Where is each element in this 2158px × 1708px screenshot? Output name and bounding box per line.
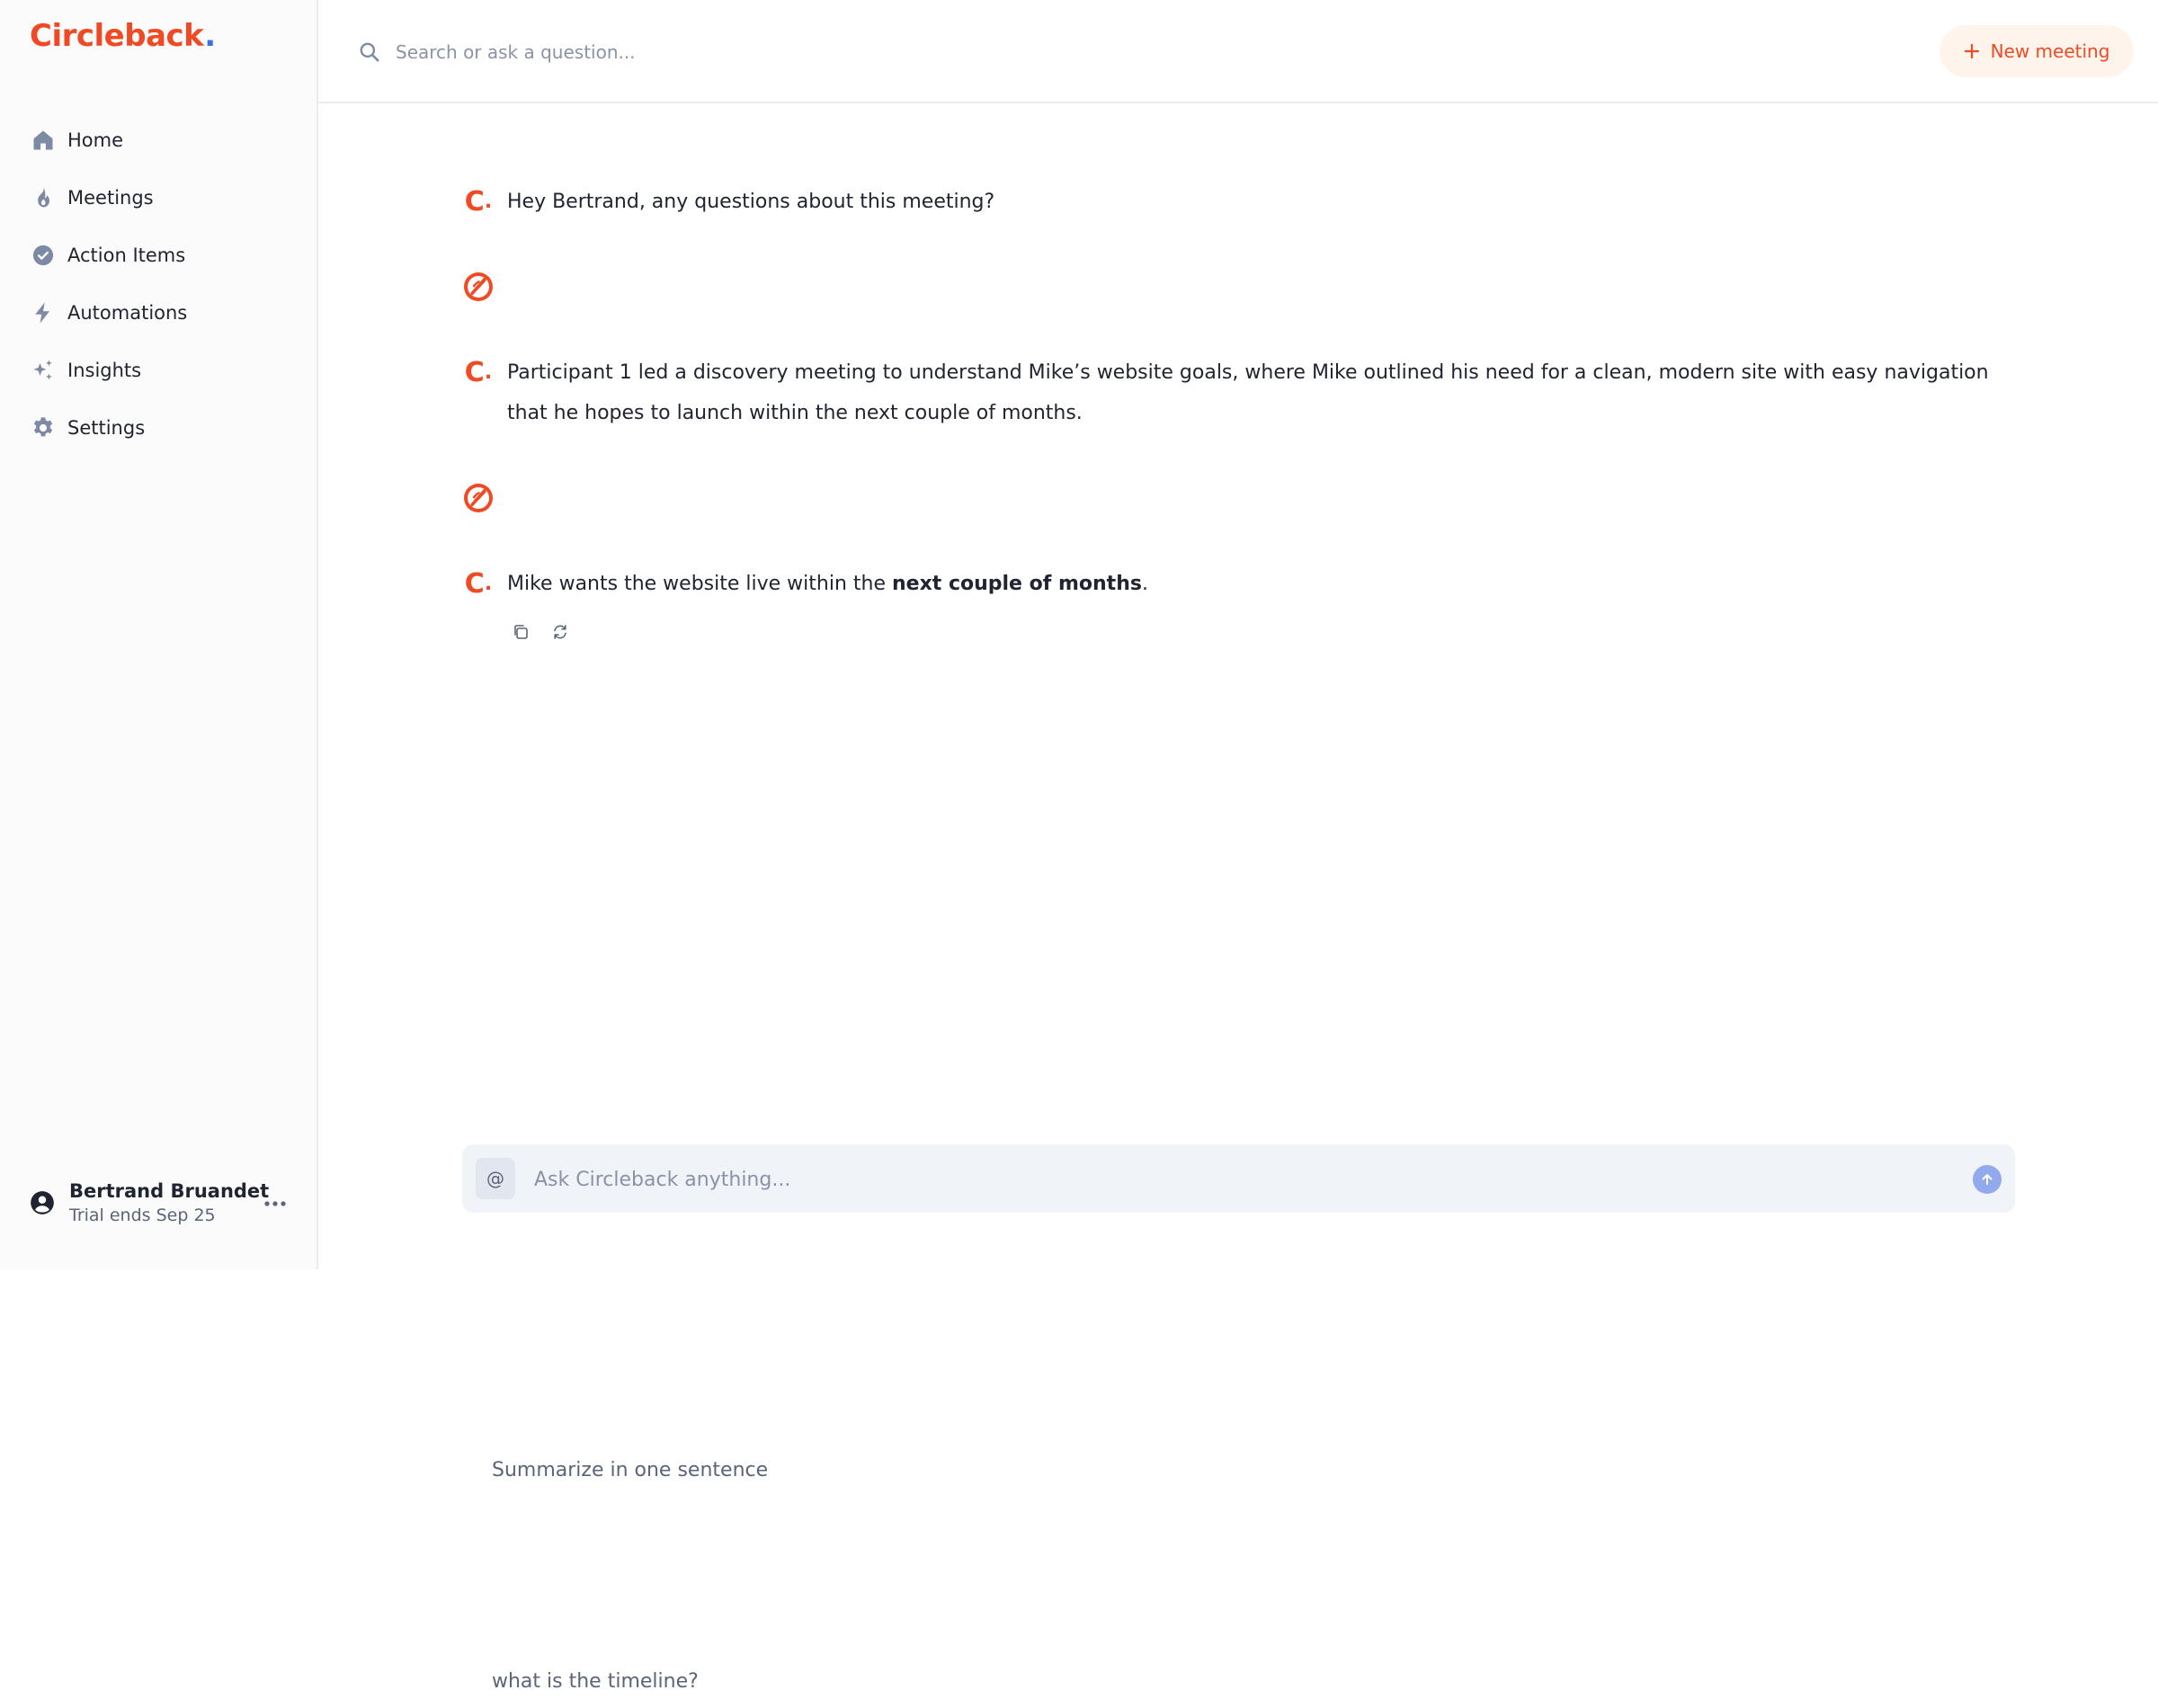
check-circle-icon: [30, 242, 57, 269]
bot-badge-dot: .: [484, 190, 493, 213]
user-avatar-icon: [462, 271, 495, 303]
top-bar: New meeting: [318, 0, 2158, 103]
sidebar: Circleback. Home Meetings Action Items A…: [0, 0, 318, 1269]
search-input[interactable]: [394, 40, 1117, 64]
mention-button[interactable]: @: [476, 1158, 515, 1199]
sidebar-item-settings[interactable]: Settings: [0, 399, 318, 457]
sidebar-item-meetings[interactable]: Meetings: [0, 169, 318, 227]
gear-icon: [30, 414, 57, 441]
bot-badge-letter: C: [464, 185, 485, 218]
sidebar-nav: Home Meetings Action Items Automations I…: [0, 111, 318, 457]
more-options-icon[interactable]: [262, 1190, 289, 1217]
user-name: Bertrand Bruandet: [69, 1180, 270, 1202]
sidebar-item-insights[interactable]: Insights: [0, 342, 318, 399]
user-profile[interactable]: Bertrand Bruandet Trial ends Sep 25: [30, 1176, 299, 1230]
new-meeting-button[interactable]: New meeting: [1940, 25, 2134, 77]
regenerate-icon[interactable]: [547, 618, 574, 645]
search-bar[interactable]: [358, 34, 1167, 70]
new-meeting-label: New meeting: [1990, 40, 2110, 62]
sidebar-item-label: Settings: [67, 417, 146, 439]
home-icon: [30, 127, 57, 154]
sidebar-item-label: Insights: [67, 360, 142, 381]
bot-badge-dot: .: [484, 572, 493, 595]
user-message: what is the timeline?: [462, 482, 2018, 1693]
sidebar-item-action-items[interactable]: Action Items: [0, 227, 318, 284]
sparkles-icon: [30, 357, 57, 384]
copy-icon[interactable]: [507, 618, 534, 645]
message-text: Hey Bertrand, any questions about this m…: [507, 191, 995, 213]
ask-input[interactable]: [532, 1161, 1921, 1198]
message-text: what is the timeline?: [492, 1669, 699, 1693]
assistant-message: C. Mike wants the website live within th…: [462, 567, 2018, 604]
message-text: Summarize in one sentence: [492, 1458, 769, 1481]
sidebar-item-label: Automations: [67, 302, 188, 324]
search-icon: [358, 40, 381, 64]
logo[interactable]: Circleback.: [30, 18, 216, 54]
circleback-bot-icon: C.: [462, 185, 495, 218]
message-text-part: .: [1141, 573, 1148, 595]
sidebar-item-label: Action Items: [67, 245, 186, 266]
arrow-up-icon: [1982, 1174, 1993, 1185]
trial-status: Trial ends Sep 25: [69, 1205, 216, 1225]
assistant-message: C. Participant 1 led a discovery meeting…: [462, 356, 2018, 433]
circleback-bot-icon: C.: [462, 356, 495, 388]
bot-badge-letter: C: [464, 567, 485, 600]
message-text-part: Mike wants the website live within the: [507, 573, 892, 595]
message-text-bold: next couple of months: [892, 573, 1142, 595]
logo-text: Circleback: [30, 18, 204, 54]
message-text: Participant 1 led a discovery meeting to…: [507, 361, 1989, 424]
message-text: Mike wants the website live within the n…: [507, 564, 2018, 604]
plus-icon: [1964, 39, 1980, 64]
message-actions: [507, 618, 586, 645]
user-avatar-icon: [462, 482, 495, 514]
at-icon: @: [486, 1168, 504, 1189]
chat-composer: @: [462, 1144, 2015, 1213]
sidebar-item-label: Meetings: [67, 187, 154, 209]
bolt-icon: [30, 299, 57, 326]
bot-badge-letter: C: [464, 356, 485, 388]
user-meta: Bertrand Bruandet Trial ends Sep 25: [69, 1179, 269, 1227]
circleback-bot-icon: C.: [462, 567, 495, 600]
flame-icon: [30, 184, 57, 211]
logo-dot: .: [204, 18, 216, 54]
sidebar-item-label: Home: [67, 129, 124, 151]
bot-badge-dot: .: [484, 360, 493, 384]
send-button[interactable]: [1973, 1165, 2002, 1194]
assistant-message: C. Hey Bertrand, any questions about thi…: [462, 185, 2018, 222]
user-avatar-icon: [30, 1190, 55, 1215]
sidebar-item-home[interactable]: Home: [0, 111, 318, 169]
user-message: Summarize in one sentence: [462, 271, 2018, 1481]
sidebar-item-automations[interactable]: Automations: [0, 284, 318, 342]
